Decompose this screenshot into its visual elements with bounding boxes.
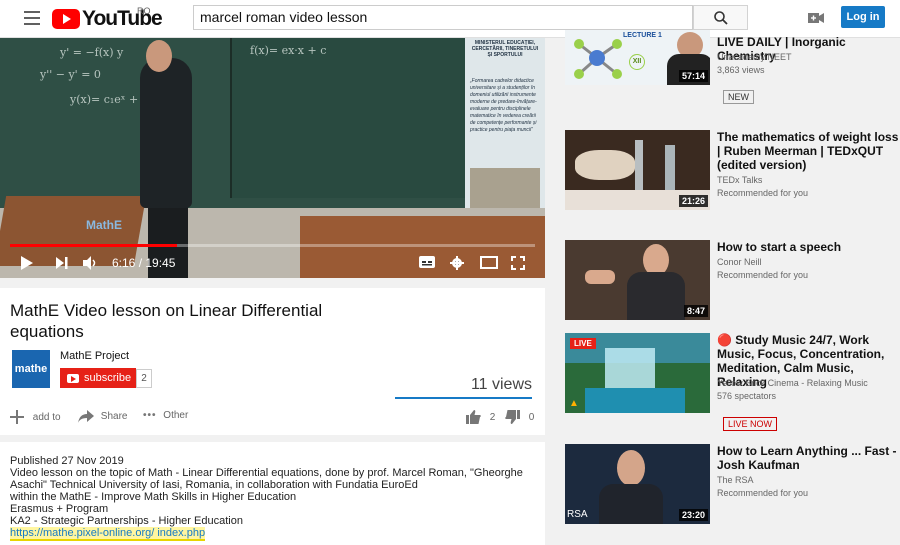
dislike-count: 0 [528, 411, 535, 423]
next-icon[interactable] [55, 256, 69, 270]
more-dots-icon: ••• [143, 410, 157, 421]
mathe-watermark: MathE [86, 218, 122, 232]
video-thumbnail[interactable]: 21:26 [565, 130, 710, 210]
channel-name: Unacademy NEET [717, 52, 792, 62]
spectator-count: 576 spectators [717, 391, 777, 401]
region-label: RO [137, 6, 151, 16]
live-label: LIVE [570, 338, 596, 349]
related-video[interactable]: LECTURE 1 XII 57:14 LIVE DAILY | Inorgan… [565, 30, 900, 104]
upload-video-icon[interactable] [808, 12, 824, 24]
video-thumbnail[interactable]: 8:47 [565, 240, 710, 320]
description-line: KA2 - Strategic Partnerships - Higher Ed… [10, 515, 243, 527]
related-video[interactable]: 8:47 How to start a speech Conor Neill R… [565, 240, 900, 320]
add-to-label: add to [32, 411, 61, 423]
channel-name: Conor Neill [717, 257, 762, 267]
video-duration: 21:26 [678, 195, 708, 207]
lecturer [140, 58, 192, 208]
more-button[interactable]: ••• Other [143, 410, 188, 421]
view-count: 3,863 views [717, 65, 765, 75]
share-label: Share [100, 411, 128, 423]
share-icon [78, 410, 94, 423]
related-video[interactable]: RSA 23:20 How to Learn Anything ... Fast… [565, 444, 900, 524]
video-title[interactable]: How to start a speech [717, 240, 900, 254]
progress-fill [10, 244, 177, 247]
related-video[interactable]: 21:26 The mathematics of weight loss | R… [565, 130, 900, 210]
description-line: Video lesson on the topic of Math - Line… [10, 467, 523, 491]
channel-name[interactable]: MathE Project [60, 350, 129, 362]
subtitles-icon[interactable] [419, 256, 435, 268]
subscribe-button[interactable]: subscribe [60, 368, 136, 388]
description-link[interactable]: https://mathe.pixel-online.org/ index.ph… [10, 527, 206, 541]
thumb-lecture-label: LECTURE 1 [623, 32, 662, 39]
view-count: 11 views [470, 376, 532, 393]
login-button[interactable]: Log in [841, 6, 885, 28]
theater-mode-icon[interactable] [480, 256, 498, 269]
new-badge: NEW [723, 90, 754, 104]
settings-gear-icon[interactable] [450, 256, 464, 270]
video-player[interactable]: y' = −f(x) y y'' − y' = 0 y(x)= c₁eˣ + c… [0, 38, 545, 278]
related-video[interactable]: LIVE ▲ 🔴 Study Music 24/7, Work Music, F… [565, 333, 900, 433]
fire-icon: ▲ [569, 398, 579, 409]
plus-icon [10, 410, 24, 424]
video-title[interactable]: How to Learn Anything ... Fast - Josh Ka… [717, 444, 900, 472]
published-date: Published 27 Nov 2019 [10, 455, 124, 467]
menu-icon[interactable] [24, 11, 40, 25]
recommendation-label: Recommended for you [717, 188, 809, 198]
time-display: 6:16 / 19:45 [112, 256, 176, 270]
rsa-watermark: RSA [567, 509, 588, 520]
thumbs-up-icon [466, 410, 481, 424]
recommendation-label: Recommended for you [717, 270, 809, 280]
channel-name: Yellow Brick Cinema - Relaxing Music [717, 378, 868, 388]
video-duration: 57:14 [678, 70, 708, 82]
video-title[interactable]: The mathematics of weight loss | Ruben M… [717, 130, 900, 172]
channel-name: TEDx Talks [717, 175, 763, 185]
channel-name: The RSA [717, 475, 754, 485]
description-line: Erasmus + Program [10, 503, 109, 515]
dislike-button[interactable]: 0 [505, 410, 534, 424]
video-duration: 23:20 [678, 509, 708, 521]
thumbs-down-icon [505, 410, 520, 424]
live-now-badge: LIVE NOW [723, 417, 778, 431]
thumb-class-label: XII [629, 54, 645, 70]
other-label: Other [163, 410, 189, 421]
video-title: MathE Video lesson on Linear Differentia… [10, 301, 323, 341]
recommendation-label: Recommended for you [717, 488, 809, 498]
video-thumbnail[interactable]: RSA 23:20 [565, 444, 710, 524]
like-count: 2 [489, 411, 496, 423]
video-thumbnail[interactable]: LIVE ▲ [565, 333, 710, 413]
add-to-button[interactable]: add to [10, 410, 61, 424]
search-button[interactable] [693, 5, 748, 30]
play-icon[interactable] [20, 256, 34, 270]
share-button[interactable]: Share [78, 410, 127, 423]
like-button[interactable]: 2 [466, 410, 495, 424]
progress-bar[interactable] [10, 244, 535, 247]
video-duration: 8:47 [683, 305, 708, 317]
volume-icon[interactable] [82, 256, 98, 270]
video-description: Published 27 Nov 2019 Video lesson on th… [10, 455, 540, 541]
subscriber-count: 2 [136, 369, 152, 388]
channel-avatar[interactable]: mathe [12, 350, 50, 388]
search-icon [714, 11, 728, 25]
fullscreen-icon[interactable] [511, 256, 525, 270]
youtube-play-icon [52, 9, 80, 29]
like-ratio-bar [395, 397, 532, 399]
top-bar: YouTube RO marcel roman video lesson Log… [0, 0, 900, 38]
player-controls: 6:16 / 19:45 [0, 248, 545, 278]
video-thumbnail[interactable]: LECTURE 1 XII 57:14 [565, 30, 710, 85]
search-input[interactable]: marcel roman video lesson [193, 5, 693, 30]
description-line: within the MathE - Improve Math Skills i… [10, 491, 297, 503]
